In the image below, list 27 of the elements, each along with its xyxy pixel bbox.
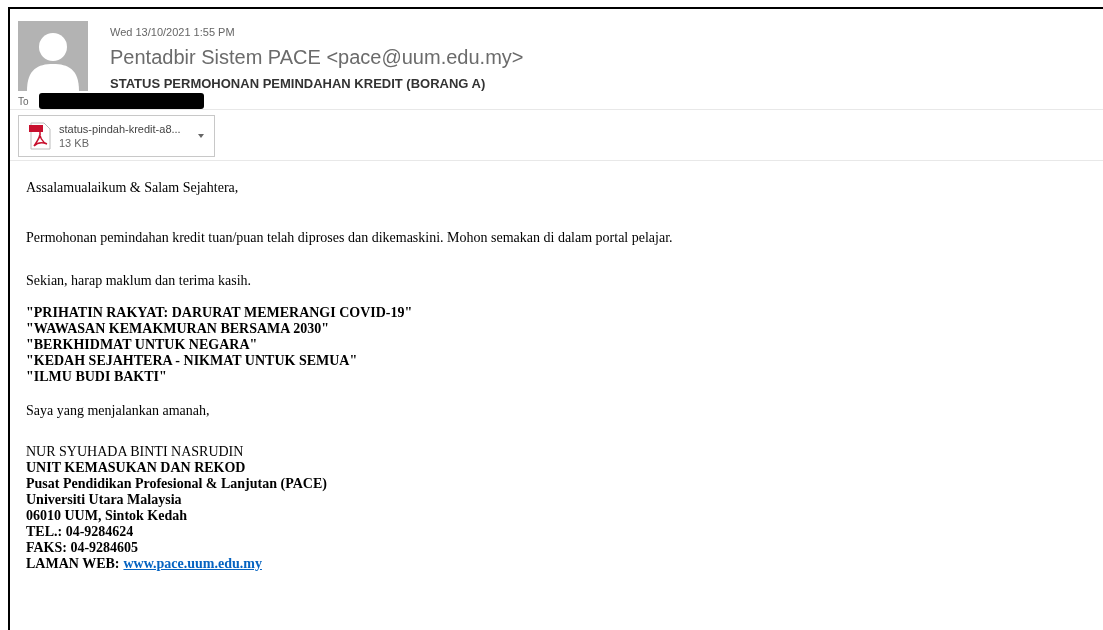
date-text: Wed 13/10/2021 1:55 PM bbox=[110, 26, 236, 38]
signature-line: 06010 UUM, Sintok Kedah bbox=[26, 508, 188, 524]
to-label: To bbox=[18, 95, 29, 107]
attachment-item[interactable]: status-pindah-kredit-a8... 13 KB bbox=[18, 115, 215, 157]
sender-name: Pentadbir Sistem PACE <pace@uum.edu.my> bbox=[110, 46, 524, 69]
signature-line: TEL.: 04-9284624 bbox=[26, 524, 134, 540]
website-label: LAMAN WEB: bbox=[26, 556, 120, 572]
attachment-name: status-pindah-kredit-a8... bbox=[59, 122, 181, 136]
website-link[interactable]: www.pace.uum.edu.my bbox=[123, 556, 262, 572]
slogan-text: "BERKHIDMAT UNTUK NEGARA" bbox=[26, 337, 258, 353]
slogan-text: "KEDAH SEJAHTERA - NIKMAT UNTUK SEMUA" bbox=[26, 353, 358, 369]
signature-line: UNIT KEMASUKAN DAN REKOD bbox=[26, 460, 246, 476]
closing-text: Saya yang menjalankan amanah, bbox=[26, 403, 211, 419]
subject-text: STATUS PERMOHONAN PEMINDAHAN KREDIT (BORANG A) bbox=[110, 76, 487, 91]
attachment-size: 13 KB bbox=[59, 136, 90, 150]
pdf-file-icon bbox=[29, 122, 51, 150]
signature-line: FAKS: 04-9284605 bbox=[26, 540, 139, 556]
signature-line: Universiti Utara Malaysia bbox=[26, 492, 182, 508]
slogan-text: "ILMU BUDI BAKTI" bbox=[26, 369, 167, 385]
paragraph-text: Sekian, harap maklum dan terima kasih. bbox=[26, 273, 253, 289]
dropdown-caret-icon[interactable] bbox=[198, 134, 204, 138]
signature-line: Pusat Pendidikan Profesional & Lanjutan (PACE) bbox=[26, 476, 327, 492]
slogan-text: "WAWASAN KEMAKMURAN BERSAMA 2030" bbox=[26, 321, 329, 337]
greeting-text: Assalamualaikum & Salam Sejahtera, bbox=[26, 180, 240, 196]
paragraph-text: Permohonan pemindahan kredit tuan/puan telah diproses dan dikemaskini. Mohon semakan di dalam portal pelajar. bbox=[26, 230, 674, 246]
slogan-text: "PRIHATIN RAKYAT: DARURAT MEMERANGI COVID-19" bbox=[26, 305, 413, 321]
signature-line: NUR SYUHADA BINTI NASRUDIN bbox=[26, 444, 244, 460]
